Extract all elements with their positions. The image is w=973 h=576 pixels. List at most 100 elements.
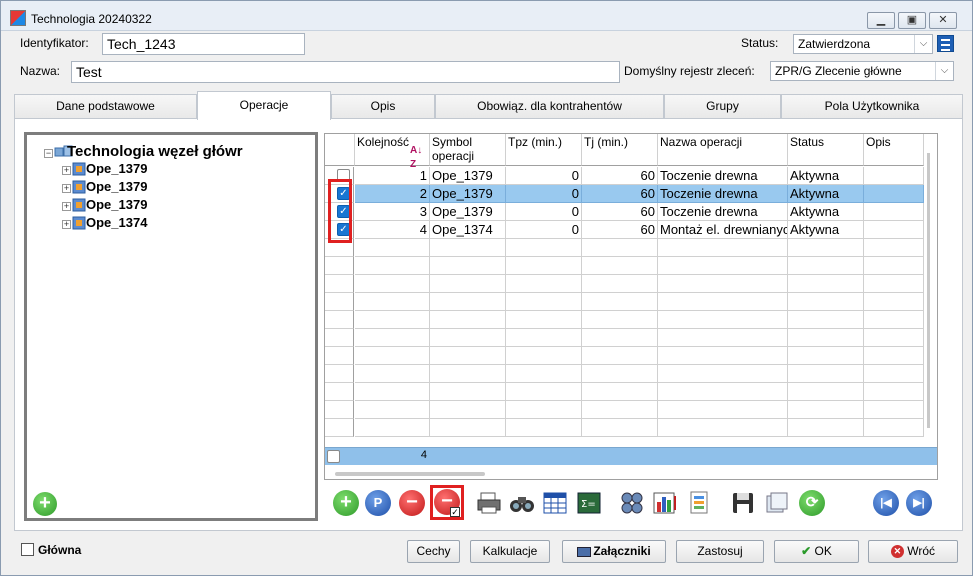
col-header-sequence[interactable]: Kolejność A↓ Z [355, 134, 430, 170]
empty-grid-cell [355, 401, 430, 419]
empty-grid-cell [430, 239, 506, 257]
empty-grid-cell [506, 275, 582, 293]
horizontal-scrollbar[interactable] [335, 472, 485, 476]
tab-description[interactable]: Opis [331, 94, 435, 119]
bar-chart-icon[interactable] [652, 490, 678, 516]
save-icon[interactable] [730, 490, 756, 516]
print-icon[interactable] [476, 490, 502, 516]
tree-expand-toggle[interactable]: + [62, 220, 71, 229]
tree-node-ope-4[interactable]: Ope_1374 [86, 215, 147, 230]
add-tree-node-button[interactable]: + [33, 492, 57, 516]
empty-grid-cell [355, 311, 430, 329]
grid-cell-tpz[interactable]: 0 [506, 185, 582, 203]
grid-cell-description[interactable] [864, 167, 924, 185]
col-header-tpz[interactable]: Tpz (min.) [506, 134, 582, 166]
empty-grid-cell [582, 257, 658, 275]
row-select-cell [325, 347, 354, 365]
col-header-name[interactable]: Nazwa operacji [658, 134, 788, 166]
grid-cell-description[interactable] [864, 185, 924, 203]
empty-grid-cell [864, 257, 924, 275]
grid-cell-seq[interactable]: 1 [355, 167, 430, 185]
empty-grid-cell [582, 275, 658, 293]
next-record-button[interactable]: ▶| [906, 490, 932, 516]
maximize-button[interactable]: ▣ [898, 12, 926, 29]
col-header-description[interactable]: Opis [864, 134, 924, 166]
name-field[interactable]: Test [71, 61, 620, 83]
identifier-field[interactable]: Tech_1243 [102, 33, 305, 55]
list-icon[interactable] [937, 35, 954, 52]
formula-icon[interactable]: Σ= [576, 490, 602, 516]
close-button[interactable]: ✕ [929, 12, 957, 29]
grid-cell-name[interactable]: Toczenie drewna [658, 203, 788, 221]
binoculars-icon[interactable] [509, 490, 535, 516]
apply-button[interactable]: Zastosuj [676, 540, 764, 563]
vertical-scrollbar[interactable] [927, 153, 930, 428]
tab-basic[interactable]: Dane podstawowe [14, 94, 197, 119]
calculations-button[interactable]: Kalkulacje [470, 540, 550, 563]
tree-collapse-toggle[interactable]: − [44, 149, 53, 158]
tab-contractors[interactable]: Obowiąz. dla kontrahentów [435, 94, 664, 119]
attachments-button[interactable]: Załączniki [562, 540, 666, 563]
tree-expand-toggle[interactable]: + [62, 184, 71, 193]
minimize-button[interactable]: ▁ [867, 12, 895, 29]
main-checkbox[interactable] [21, 543, 34, 556]
footer-select-all-checkbox[interactable] [327, 450, 340, 463]
grid-cell-tpz[interactable]: 0 [506, 203, 582, 221]
col-header-symbol[interactable]: Symbol operacji [430, 134, 506, 166]
ok-button[interactable]: ✔ OK [774, 540, 859, 563]
add-operation-button[interactable]: + [333, 490, 359, 516]
grid-cell-seq[interactable]: 3 [355, 203, 430, 221]
status-select[interactable]: Zatwierdzona ⌵ [793, 34, 933, 54]
grid-cell-tj[interactable]: 60 [582, 221, 658, 239]
empty-grid-cell [658, 365, 788, 383]
grid-cell-tj[interactable]: 60 [582, 167, 658, 185]
grid-cell-tpz[interactable]: 0 [506, 167, 582, 185]
refresh-icon[interactable]: ⟳ [799, 490, 825, 516]
tab-operations[interactable]: Operacje [197, 91, 331, 120]
grid-cell-status[interactable]: Aktywna [788, 167, 864, 185]
grid-cell-symbol[interactable]: Ope_1374 [430, 221, 506, 239]
grid-cell-symbol[interactable]: Ope_1379 [430, 167, 506, 185]
empty-grid-cell [864, 293, 924, 311]
back-button[interactable]: ✕ Wróć [868, 540, 958, 563]
grid-cell-tpz[interactable]: 0 [506, 221, 582, 239]
empty-grid-cell [582, 293, 658, 311]
svg-text:Σ=: Σ= [581, 499, 596, 510]
delete-operation-button[interactable]: − [399, 490, 425, 516]
grid-cell-name[interactable]: Montaż el. drewnianych [658, 221, 788, 239]
tree-expand-toggle[interactable]: + [62, 166, 71, 175]
register-select[interactable]: ZPR/G Zlecenie główne ⌵ [770, 61, 954, 81]
tree-node-ope-3[interactable]: Ope_1379 [86, 197, 147, 212]
document-icon[interactable] [686, 490, 712, 516]
col-header-tj[interactable]: Tj (min.) [582, 134, 658, 166]
grid-cell-symbol[interactable]: Ope_1379 [430, 185, 506, 203]
grid-cell-description[interactable] [864, 221, 924, 239]
grid-cell-status[interactable]: Aktywna [788, 203, 864, 221]
features-button[interactable]: Cechy [407, 540, 460, 563]
table-icon[interactable] [542, 490, 568, 516]
copy-icon[interactable] [764, 490, 790, 516]
edit-operation-icon[interactable]: P [365, 490, 391, 516]
grid-cell-name[interactable]: Toczenie drewna [658, 167, 788, 185]
grid-cell-description[interactable] [864, 203, 924, 221]
tab-groups[interactable]: Grupy [664, 94, 781, 119]
grid-cell-name[interactable]: Toczenie drewna [658, 185, 788, 203]
previous-record-button[interactable]: |◀ [873, 490, 899, 516]
grid-cell-seq[interactable]: 2 [355, 185, 430, 203]
tree-node-ope-1[interactable]: Ope_1379 [86, 161, 147, 176]
check-icon: ✓ [450, 507, 460, 517]
grid-cell-tj[interactable]: 60 [582, 203, 658, 221]
tree-node-ope-2[interactable]: Ope_1379 [86, 179, 147, 194]
grid-cell-tj[interactable]: 60 [582, 185, 658, 203]
tree-expand-toggle[interactable]: + [62, 202, 71, 211]
grid-cell-status[interactable]: Aktywna [788, 185, 864, 203]
grid-cell-symbol[interactable]: Ope_1379 [430, 203, 506, 221]
gears-icon[interactable] [619, 490, 645, 516]
grid-cell-status[interactable]: Aktywna [788, 221, 864, 239]
technology-window: Technologia 20240322 ▁ ▣ ✕ Identyfikator… [0, 0, 973, 576]
empty-grid-cell [788, 239, 864, 257]
grid-cell-seq[interactable]: 4 [355, 221, 430, 239]
col-header-status[interactable]: Status [788, 134, 864, 166]
tree-root-label[interactable]: Technologia węzeł główr [67, 143, 243, 160]
tab-user-fields[interactable]: Pola Użytkownika [781, 94, 963, 119]
